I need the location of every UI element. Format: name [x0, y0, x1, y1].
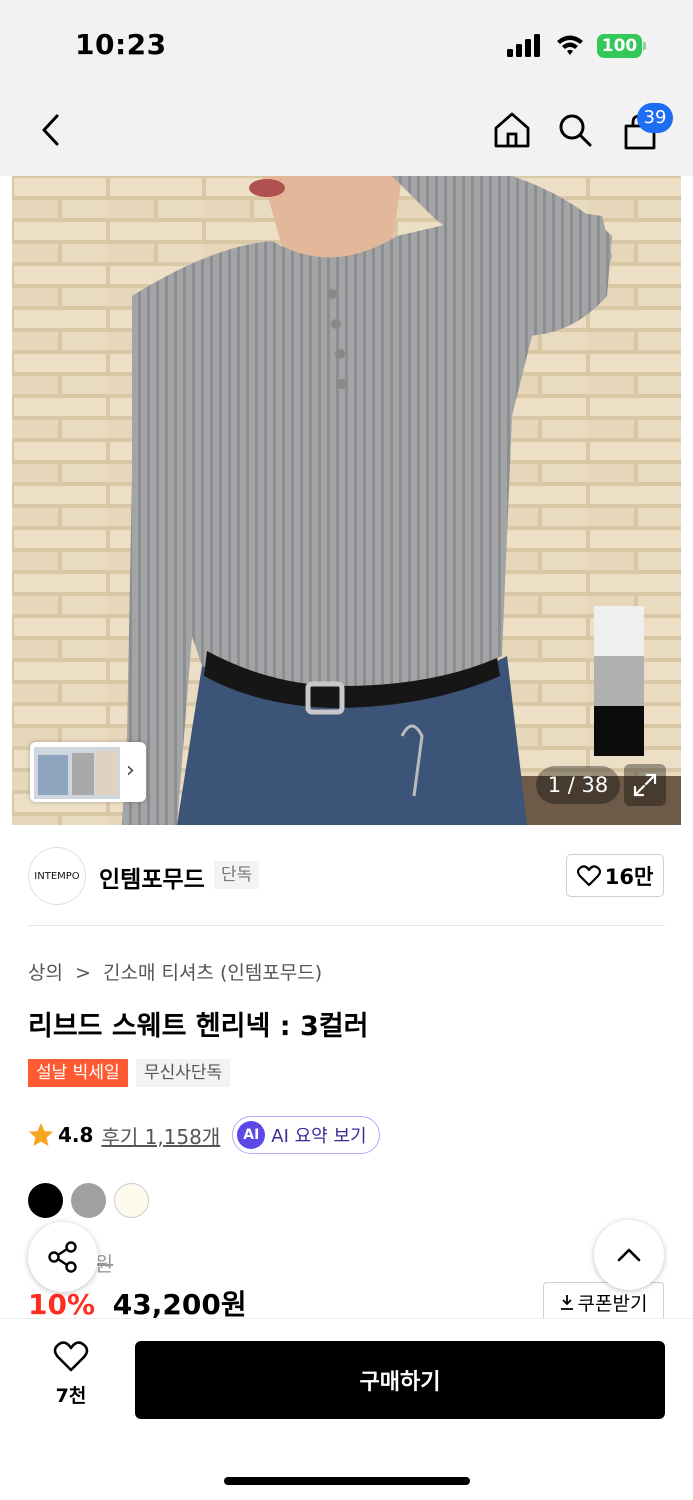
top-nav-bar [0, 90, 693, 176]
image-page-counter: 1 / 38 [536, 766, 620, 804]
ai-summary-label: AI 요약 보기 [271, 1126, 367, 1147]
brand-exclusive-tag: 단독 [214, 861, 260, 889]
rating-row: 4.8 후기 1,158개 AI AI 요약 보기 [28, 1115, 380, 1155]
share-button[interactable] [28, 1222, 98, 1292]
expand-icon [633, 773, 657, 797]
breadcrumb-subcategory[interactable]: 긴소매 티셔츠 (인템포무드) [103, 962, 322, 984]
download-icon [560, 1295, 573, 1310]
brand-like-count: 16만 [604, 864, 654, 889]
discount-rate: 10% [28, 1288, 96, 1321]
heart-icon [576, 864, 601, 886]
back-button[interactable] [30, 110, 70, 150]
ai-summary-button[interactable]: AI AI 요약 보기 [232, 1116, 380, 1154]
rating-value: 4.8 [58, 1123, 94, 1147]
coupon-download-button[interactable]: 쿠폰받기 [543, 1282, 664, 1322]
exclusive-badge: 무신사단독 [136, 1059, 231, 1087]
brand-row: INTEMPO 인템포무드 단독 16만 [0, 825, 693, 925]
sale-price: 43,200원 [112, 1288, 247, 1321]
color-variant-strip [594, 606, 644, 756]
expand-image-button[interactable] [624, 764, 666, 806]
brand-name[interactable]: 인템포무드 [99, 860, 205, 894]
status-time: 10:23 [75, 28, 167, 61]
chevron-right-icon: › [126, 758, 135, 783]
swatch-ivory[interactable] [114, 1183, 149, 1218]
home-indicator [224, 1477, 470, 1485]
wishlist-count: 7천 [55, 1385, 87, 1407]
chevron-up-icon [617, 1248, 641, 1262]
breadcrumb-separator: > [75, 962, 91, 984]
product-title: 리브드 스웨트 헨리넥 : 3컬러 [28, 1011, 369, 1042]
cellular-signal-icon [507, 34, 540, 57]
divider [28, 925, 665, 926]
wishlist-button[interactable]: 7천 [36, 1341, 106, 1421]
battery-level: 100 [597, 34, 642, 58]
review-count-link[interactable]: 후기 1,158개 [101, 1121, 220, 1150]
cart-count-badge: 39 [637, 103, 673, 133]
coupon-label: 쿠폰받기 [577, 1292, 648, 1315]
model-photo [122, 176, 612, 825]
home-button[interactable] [492, 110, 532, 150]
sale-badge: 설날 빅세일 [28, 1059, 128, 1087]
breadcrumb[interactable]: 상의 > 긴소매 티셔츠 (인템포무드) [28, 958, 328, 985]
bottom-action-bar: 7천 구매하기 [0, 1318, 693, 1500]
chevron-left-icon [42, 114, 59, 146]
search-icon [559, 114, 592, 147]
swatch-gray[interactable] [71, 1183, 106, 1218]
battery-icon: 100 [597, 34, 647, 58]
wifi-icon [557, 35, 583, 55]
breadcrumb-category[interactable]: 상의 [28, 962, 63, 984]
home-icon [494, 112, 530, 148]
heart-icon [53, 1341, 89, 1372]
star-icon [29, 1123, 53, 1146]
scroll-to-top-button[interactable] [594, 1220, 664, 1290]
brand-logo[interactable]: INTEMPO [28, 847, 86, 905]
buy-button[interactable]: 구매하기 [135, 1341, 665, 1419]
product-image-gallery[interactable]: › 1 / 38 [12, 176, 681, 825]
gallery-thumbnail-strip[interactable]: › [30, 742, 146, 802]
swatch-black[interactable] [28, 1183, 63, 1218]
ai-icon: AI [237, 1121, 266, 1149]
brand-like-button[interactable]: 16만 [566, 854, 664, 897]
search-button[interactable] [555, 110, 595, 150]
status-bar: 10:23 100 [0, 0, 693, 90]
share-icon [48, 1241, 77, 1273]
thumbnail-image [34, 747, 120, 799]
